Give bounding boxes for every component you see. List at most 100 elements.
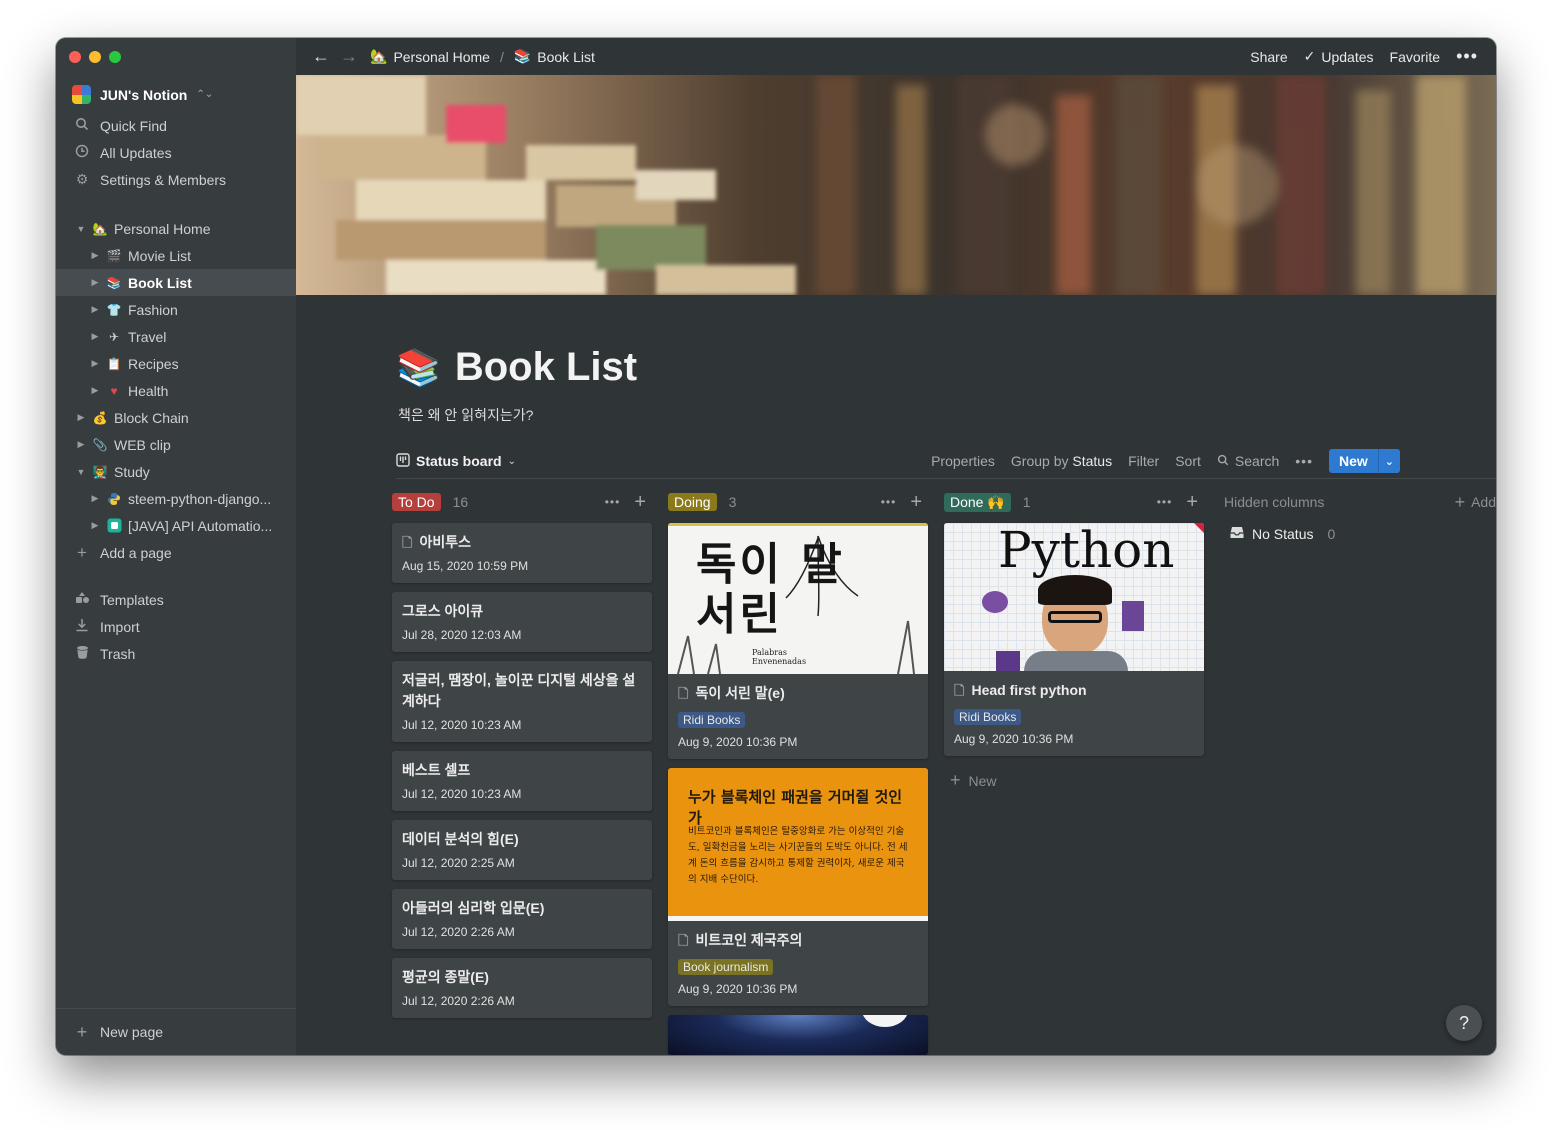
board-card[interactable]: 누가 블록체인 패권을 거머쥘 것인가 비트코인과 블록체인은 탈중앙화로 가는…	[668, 768, 928, 1006]
sidebar-item-label: Personal Home	[114, 220, 211, 237]
sidebar-item-movie-list[interactable]: ▶ 🎬 Movie List	[56, 242, 296, 269]
column-new-button[interactable]: + New	[944, 770, 1204, 791]
minimize-window-button[interactable]	[89, 51, 101, 63]
page-description[interactable]: 책은 왜 안 읽혀지는가?	[398, 405, 533, 425]
board-card[interactable]: 평균의 종말(E) Jul 12, 2020 2:26 AM	[392, 958, 652, 1018]
chevron-down-icon[interactable]: ⌄	[1377, 449, 1400, 473]
expand-toggle-icon[interactable]: ▶	[90, 277, 100, 288]
board-card[interactable]: 그로스 아이큐 Jul 28, 2020 12:03 AM	[392, 592, 652, 652]
sidebar-item-all-updates[interactable]: All Updates	[56, 139, 296, 166]
sidebar-item-book-list[interactable]: ▶ 📚 Book List	[56, 269, 296, 296]
properties-button[interactable]: Properties	[931, 453, 995, 469]
card-title: Head first python	[971, 682, 1087, 698]
share-button[interactable]: Share	[1250, 49, 1287, 65]
workspace-name: JUN's Notion	[100, 86, 188, 103]
more-options-icon[interactable]: •••	[881, 495, 897, 509]
forward-arrow-icon[interactable]: →	[340, 46, 358, 67]
board-card[interactable]	[668, 1015, 928, 1055]
sidebar-item-web-clip[interactable]: ▶ 📎 WEB clip	[56, 431, 296, 458]
filter-button[interactable]: Filter	[1128, 453, 1159, 469]
expand-toggle-icon[interactable]: ▼	[76, 467, 86, 477]
sidebar-item-health[interactable]: ▶ ♥ Health	[56, 377, 296, 404]
new-record-button[interactable]: New ⌄	[1328, 449, 1400, 473]
breadcrumb: 🏡 Personal Home / 📚 Book List	[370, 48, 595, 65]
sidebar-item-study[interactable]: ▼ 👨‍🏫 Study	[56, 458, 296, 485]
more-options-icon[interactable]: •••	[1456, 46, 1478, 67]
zoom-window-button[interactable]	[109, 51, 121, 63]
plus-icon[interactable]: +	[634, 491, 646, 514]
sidebar-item-settings[interactable]: ⚙ Settings & Members	[56, 166, 296, 193]
column-header: Doing 3 ••• +	[668, 490, 928, 514]
card-date: Jul 12, 2020 2:25 AM	[402, 856, 515, 870]
sidebar-item-block-chain[interactable]: ▶ 💰 Block Chain	[56, 404, 296, 431]
expand-toggle-icon[interactable]: ▶	[76, 412, 86, 423]
card-date: Jul 12, 2020 2:26 AM	[402, 925, 515, 939]
view-switcher[interactable]: Status board ⌄	[396, 452, 516, 470]
sidebar-item-steem-python[interactable]: ▶ steem-python-django...	[56, 485, 296, 512]
expand-toggle-icon[interactable]: ▶	[90, 493, 100, 504]
card-title: 아들러의 심리학 입문(E)	[402, 900, 545, 916]
board-card[interactable]: 데이터 분석의 힘(E) Jul 12, 2020 2:25 AM	[392, 820, 652, 880]
sidebar-item-recipes[interactable]: ▶ 📋 Recipes	[56, 350, 296, 377]
expand-toggle-icon[interactable]: ▶	[90, 385, 100, 396]
page-cover-image[interactable]	[296, 75, 1496, 295]
add-page-button[interactable]: + Add a page	[56, 539, 296, 566]
sidebar-item-personal-home[interactable]: ▼ 🏡 Personal Home	[56, 215, 296, 242]
breadcrumb-separator: /	[499, 48, 504, 65]
add-column-button[interactable]: + Add	[1455, 490, 1496, 514]
help-button[interactable]: ?	[1446, 1005, 1482, 1041]
board-column-doing: Doing 3 ••• + 독이 말 서린 Palabras Envenenad…	[668, 490, 928, 1055]
sidebar-item-label: Settings & Members	[100, 171, 227, 188]
card-date: Jul 12, 2020 2:26 AM	[402, 994, 515, 1008]
expand-toggle-icon[interactable]: ▶	[90, 520, 100, 531]
more-options-icon[interactable]: •••	[1295, 453, 1313, 469]
expand-toggle-icon[interactable]: ▶	[90, 358, 100, 369]
status-badge[interactable]: Done 🙌	[944, 492, 1011, 512]
plus-icon[interactable]: +	[1186, 491, 1198, 514]
new-page-button[interactable]: + New page	[56, 1008, 296, 1055]
topbar: ← → 🏡 Personal Home / 📚 Book List Share …	[296, 38, 1496, 75]
expand-toggle-icon[interactable]: ▶	[90, 304, 100, 315]
books-icon[interactable]: 📚	[396, 347, 441, 389]
page-title[interactable]: 📚 Book List	[396, 345, 637, 390]
plus-icon[interactable]: +	[910, 491, 922, 514]
status-badge[interactable]: To Do	[392, 493, 441, 511]
sidebar-item-travel[interactable]: ▶ ✈ Travel	[56, 323, 296, 350]
hidden-column-no-status[interactable]: No Status 0	[1224, 526, 1496, 542]
board-card[interactable]: Python 🗋 Head first python Ridi Books Aug…	[944, 523, 1204, 756]
board-card[interactable]: 🗋 아비투스 Aug 15, 2020 10:59 PM	[392, 523, 652, 583]
view-actions: Properties Group by Status Filter Sort S…	[931, 445, 1400, 477]
workspace-switcher[interactable]: JUN's Notion ⌃⌄	[72, 85, 213, 104]
board-card[interactable]: 독이 말 서린 Palabras Envenenadas 🗋 독이 서린 말(e)…	[668, 523, 928, 759]
expand-toggle-icon[interactable]: ▶	[76, 439, 86, 450]
expand-toggle-icon[interactable]: ▼	[76, 224, 86, 234]
sidebar-item-quick-find[interactable]: Quick Find	[56, 112, 296, 139]
updates-button[interactable]: ✓ Updates	[1304, 48, 1374, 65]
close-window-button[interactable]	[69, 51, 81, 63]
sidebar-item-label: Travel	[128, 328, 167, 345]
column-actions: ••• +	[1157, 490, 1198, 514]
search-button[interactable]: Search	[1217, 453, 1279, 469]
board-card[interactable]: 저글러, 땜장이, 놀이꾼 디지털 세상을 설계하다 Jul 12, 2020 …	[392, 661, 652, 742]
expand-toggle-icon[interactable]: ▶	[90, 331, 100, 342]
card-title: 비트코인 제국주의	[695, 932, 803, 948]
sidebar-item-label: Health	[128, 382, 169, 399]
sidebar-item-templates[interactable]: Templates	[56, 586, 296, 613]
sort-button[interactable]: Sort	[1175, 453, 1201, 469]
breadcrumb-item-personal-home[interactable]: 🏡 Personal Home	[370, 48, 490, 65]
sidebar-item-java-api[interactable]: ▶ [JAVA] API Automatio...	[56, 512, 296, 539]
board-card[interactable]: 베스트 셀프 Jul 12, 2020 10:23 AM	[392, 751, 652, 811]
more-options-icon[interactable]: •••	[1157, 495, 1173, 509]
favorite-button[interactable]: Favorite	[1390, 49, 1441, 65]
status-badge[interactable]: Doing	[668, 493, 717, 511]
breadcrumb-item-book-list[interactable]: 📚 Book List	[514, 48, 595, 65]
more-options-icon[interactable]: •••	[605, 495, 621, 509]
group-by-button[interactable]: Group by Status	[1011, 453, 1112, 469]
sidebar-item-import[interactable]: Import	[56, 613, 296, 640]
sidebar-item-trash[interactable]: Trash	[56, 640, 296, 667]
sidebar-item-fashion[interactable]: ▶ 👕 Fashion	[56, 296, 296, 323]
back-arrow-icon[interactable]: ←	[312, 46, 330, 67]
expand-toggle-icon[interactable]: ▶	[90, 250, 100, 261]
board-card[interactable]: 아들러의 심리학 입문(E) Jul 12, 2020 2:26 AM	[392, 889, 652, 949]
book-cover-inset-photo	[996, 651, 1020, 671]
